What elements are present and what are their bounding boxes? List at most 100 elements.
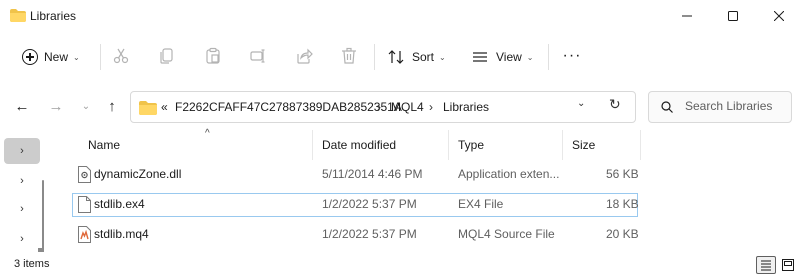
chevron-right-icon: › [20,233,24,245]
file-type: Application exten... [458,167,560,181]
forward-button[interactable]: → [46,96,66,116]
mq4-file-icon [78,226,91,243]
file-name: stdlib.ex4 [94,197,145,211]
column-header-name[interactable]: Name [88,130,120,160]
delete-icon [342,47,356,64]
file-size: 56 KB [606,167,639,181]
paste-icon [206,47,220,64]
view-label: View [496,50,522,64]
breadcrumb-overflow[interactable]: « [161,100,168,114]
dll-file-icon [78,166,91,183]
sort-icon [388,50,404,64]
nav-scroll-arrow[interactable] [38,248,44,252]
command-bar: New ⌄ Sort ⌄ View ⌄ ··· [0,36,800,78]
tiles-view-icon [782,259,794,271]
sort-indicator-icon: ^ [205,128,210,139]
file-row[interactable]: dynamicZone.dll 5/11/2014 4:46 PM Applic… [72,163,639,187]
search-box[interactable] [648,91,792,123]
new-label: New [44,50,69,64]
close-icon [774,11,784,21]
nav-expand-item[interactable]: › [4,196,40,222]
separator [374,44,375,70]
status-bar: 3 items [0,256,800,274]
close-button[interactable] [756,0,800,32]
chevron-right-icon: › [20,145,24,157]
file-row[interactable]: stdlib.ex4 1/2/2022 5:37 PM EX4 File 18 … [72,193,639,217]
column-divider[interactable] [448,130,449,160]
separator [548,44,549,70]
column-header-size[interactable]: Size [572,130,595,160]
up-button[interactable]: ↑ [102,96,122,116]
chevron-down-icon: ⌄ [439,52,446,62]
column-divider[interactable] [562,130,563,160]
maximize-button[interactable] [710,0,756,32]
folder-icon [139,101,157,115]
details-view-icon [761,260,771,271]
title-bar: Libraries [0,0,800,32]
recent-locations-button[interactable]: ⌄ [76,96,96,116]
minimize-icon [682,15,692,17]
column-header-date[interactable]: Date modified [322,130,396,160]
column-header-label: Date modified [322,138,397,152]
details-view-button[interactable] [756,256,776,274]
navigation-row: ← → ⌄ ↑ « F2262CFAFF47C27887389DAB285235… [0,86,800,126]
delete-button[interactable] [340,47,358,65]
view-list-icon [473,52,487,62]
file-list: ^ Name Date modified Type Size dynamicZo… [62,128,800,255]
search-input[interactable] [685,99,785,113]
address-bar[interactable]: « F2262CFAFF47C27887389DAB2852351A › MQL… [130,91,636,123]
file-type: EX4 File [458,197,504,211]
chevron-down-icon: ⌄ [73,52,80,62]
rename-icon [250,49,265,63]
search-icon [661,101,673,113]
nav-scrollbar[interactable] [42,180,44,250]
column-header-label: Size [572,138,596,152]
breadcrumb-item[interactable]: MQL4 [391,100,424,114]
new-button[interactable]: New ⌄ [12,41,98,73]
chevron-down-icon: ⌄ [81,100,91,112]
nav-expand-item[interactable]: › [4,168,40,194]
paste-button[interactable] [204,47,222,65]
nav-expand-item[interactable]: › [4,138,40,164]
file-row[interactable]: stdlib.mq4 1/2/2022 5:37 PM MQL4 Source … [72,223,639,247]
more-icon: ··· [562,47,582,64]
column-header-type[interactable]: Type [458,130,484,160]
folder-icon [10,9,26,22]
sort-label: Sort [412,50,435,64]
copy-icon [160,48,173,64]
share-button[interactable] [295,47,313,65]
share-icon [297,48,313,64]
generic-file-icon [78,196,91,213]
item-count: 3 items [14,258,50,270]
nav-expand-item[interactable]: › [4,226,40,252]
window-title: Libraries [30,9,77,23]
column-divider[interactable] [312,130,313,160]
arrow-right-icon: → [48,97,64,115]
cut-icon [113,48,129,64]
file-date: 5/11/2014 4:46 PM [322,167,423,181]
tiles-view-button[interactable] [778,256,798,274]
breadcrumb-item[interactable]: Libraries [443,100,489,114]
address-dropdown-icon[interactable]: ⌄ [577,98,585,109]
arrow-left-icon: ← [14,97,30,115]
cut-button[interactable] [112,47,130,65]
back-button[interactable]: ← [12,96,32,116]
file-name: stdlib.mq4 [94,227,149,241]
separator [100,44,101,70]
sort-button[interactable]: Sort ⌄ [388,41,446,73]
view-button[interactable]: View ⌄ [472,41,534,73]
breadcrumb-separator[interactable]: › [377,100,381,114]
column-divider[interactable] [640,130,641,160]
more-options-button[interactable]: ··· [562,47,582,65]
breadcrumb-separator[interactable]: › [429,100,433,114]
file-date: 1/2/2022 5:37 PM [322,227,417,241]
refresh-icon[interactable]: ↻ [609,96,621,113]
maximize-icon [728,11,738,21]
copy-button[interactable] [158,47,176,65]
navigation-pane: › › › › [0,130,46,255]
rename-button[interactable] [249,47,267,65]
breadcrumb-item[interactable]: F2262CFAFF47C27887389DAB2852351A [175,100,402,114]
minimize-button[interactable] [664,0,710,32]
file-date: 1/2/2022 5:37 PM [322,197,417,211]
column-header-label: Type [458,138,485,152]
